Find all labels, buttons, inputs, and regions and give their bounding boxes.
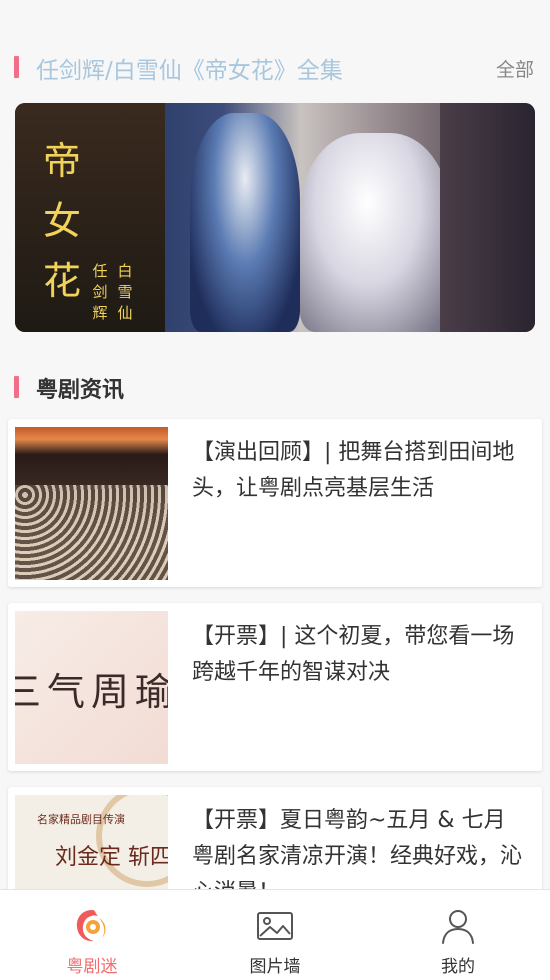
cast-char: 仙 bbox=[117, 304, 133, 322]
crowd-image bbox=[15, 485, 168, 580]
cast-char: 剑 bbox=[92, 283, 108, 301]
collection-banner[interactable]: 帝 女 花 任 剑 辉 白 雪 仙 bbox=[15, 103, 535, 332]
news-thumbnail: 三气周瑜 bbox=[15, 611, 168, 764]
tab-mine[interactable]: 我的 bbox=[398, 890, 518, 980]
tab-photo-wall[interactable]: 图片墙 bbox=[215, 890, 335, 980]
poster-panel bbox=[15, 103, 165, 332]
user-icon bbox=[438, 906, 478, 946]
thumbnail-calligraphy: 三气周瑜 bbox=[15, 670, 168, 714]
banner-title-char: 帝 bbox=[43, 139, 82, 183]
banner-cast-name: 白 雪 仙 bbox=[116, 261, 134, 324]
cast-char: 任 bbox=[92, 262, 108, 280]
collection-title: 任剑辉/白雪仙《帝女花》全集 bbox=[36, 58, 343, 84]
tab-label: 我的 bbox=[441, 957, 475, 977]
status-bar bbox=[0, 0, 550, 36]
banner-title-char: 花 bbox=[43, 259, 82, 303]
news-title: 【开票】| 这个初夏，带您看一场跨越千年的智谋对决 bbox=[192, 624, 515, 685]
cast-char: 白 bbox=[117, 262, 133, 280]
thumbnail-caption: 名家精品剧目传演 bbox=[37, 813, 125, 826]
section-accent-bar bbox=[14, 376, 19, 398]
performer-figure bbox=[300, 133, 450, 332]
news-section-title: 粤剧资讯 bbox=[36, 378, 125, 403]
collection-header: 任剑辉/白雪仙《帝女花》全集 全部 bbox=[0, 47, 550, 87]
image-icon bbox=[255, 906, 295, 946]
thumbnail-calligraphy: 刘金定 斩四门 bbox=[55, 845, 168, 870]
bottom-tab-bar: 粤剧迷 图片墙 我的 bbox=[0, 889, 550, 980]
news-item[interactable]: 三气周瑜 【开票】| 这个初夏，带您看一场跨越千年的智谋对决 bbox=[8, 603, 542, 771]
section-accent-bar bbox=[14, 56, 19, 78]
banner-title: 帝 女 花 bbox=[43, 131, 82, 311]
banner-title-char: 女 bbox=[43, 199, 82, 243]
tab-opera-fans[interactable]: 粤剧迷 bbox=[32, 890, 152, 980]
cast-char: 雪 bbox=[117, 283, 133, 301]
news-item[interactable]: 【演出回顾】| 把舞台搭到田间地头，让粤剧点亮基层生活 bbox=[8, 419, 542, 587]
tab-label: 图片墙 bbox=[249, 957, 301, 977]
view-all-link[interactable]: 全部 bbox=[496, 55, 534, 82]
tab-label: 粤剧迷 bbox=[66, 957, 118, 977]
banner-cast-name: 任 剑 辉 bbox=[91, 261, 109, 324]
cast-char: 辉 bbox=[92, 304, 108, 322]
news-header: 粤剧资讯 bbox=[0, 367, 550, 407]
stage-curtain bbox=[440, 103, 535, 332]
opera-logo-icon bbox=[72, 906, 112, 946]
news-title: 【演出回顾】| 把舞台搭到田间地头，让粤剧点亮基层生活 bbox=[192, 440, 515, 501]
performer-figure bbox=[190, 113, 300, 332]
news-thumbnail bbox=[15, 427, 168, 580]
